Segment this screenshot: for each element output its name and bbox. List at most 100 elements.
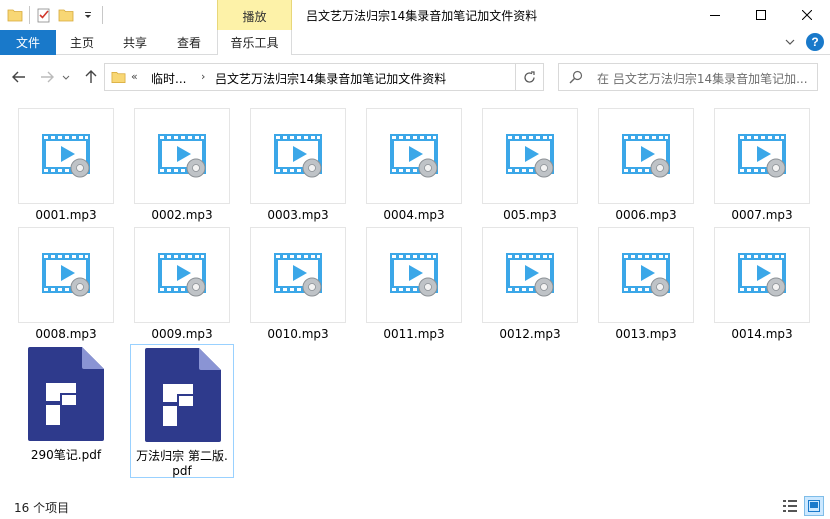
help-button[interactable]: ? [806,33,824,51]
file-item[interactable]: 0014.mp3 [714,227,810,342]
maximize-button[interactable] [738,0,784,30]
file-name: 0001.mp3 [35,208,97,222]
video-file-icon [482,108,578,204]
refresh-button[interactable] [516,63,544,91]
navigation-bar: « 临时... › 吕文艺万法归宗14集录音加笔记加文件资料 在 吕文艺万法归宗… [0,56,830,98]
video-file-icon [250,227,346,323]
file-name: 0012.mp3 [499,327,561,341]
search-box[interactable]: 在 吕文艺万法归宗14集录音加笔记加... [558,63,818,91]
video-file-icon [18,227,114,323]
video-file-icon [134,108,230,204]
file-item[interactable]: 0006.mp3 [598,108,694,223]
window-controls [692,0,830,30]
large-icons-view-icon [808,500,820,512]
breadcrumb-current[interactable]: 吕文艺万法归宗14集录音加笔记加文件资料 [215,70,446,87]
video-file-icon [134,227,230,323]
recent-locations-button[interactable] [58,66,74,88]
file-name: 0013.mp3 [615,327,677,341]
details-view-icon [783,500,797,512]
file-item[interactable]: 0003.mp3 [250,108,346,223]
search-input[interactable]: 在 吕文艺万法归宗14集录音加笔记加... [597,70,811,87]
status-bar: 16 个项目 [0,494,830,519]
chevron-right-icon[interactable]: › [201,70,205,83]
context-tab-label: 播放 [242,10,267,24]
title-bar: 播放 吕文艺万法归宗14集录音加笔记加文件资料 [0,0,830,32]
close-icon [802,10,812,20]
file-item[interactable]: 0001.mp3 [18,108,114,223]
file-list: 0001.mp3 0002.mp3 0003.mp3 0004.mp3 005.… [0,98,830,488]
file-name: 0011.mp3 [383,327,445,341]
ribbon-tabs: 文件 主页 共享 查看 音乐工具 ? [0,30,830,55]
close-button[interactable] [784,0,830,30]
file-item[interactable]: 290笔记.pdf [14,344,118,463]
arrow-left-icon [12,71,25,83]
arrow-right-icon [41,71,54,83]
breadcrumb-item[interactable]: 临时... [151,70,186,87]
file-name: 290笔记.pdf [30,448,102,462]
quick-access-toolbar [4,4,106,26]
video-file-icon [598,108,694,204]
video-file-icon [366,108,462,204]
breadcrumb-overflow[interactable]: « [131,70,138,83]
video-file-icon [366,227,462,323]
back-button[interactable] [8,66,30,88]
up-button[interactable] [80,66,102,88]
file-item[interactable]: 0008.mp3 [18,227,114,342]
file-name-line: 万法归宗 第二版. [136,449,228,463]
file-name: 0014.mp3 [731,327,793,341]
file-name: 0006.mp3 [615,208,677,222]
view-switcher [780,496,824,516]
search-icon [569,70,583,87]
file-item[interactable]: 005.mp3 [482,108,578,223]
file-item[interactable]: 0004.mp3 [366,108,462,223]
video-file-icon [482,227,578,323]
tab-view[interactable]: 查看 [162,30,216,55]
tab-home[interactable]: 主页 [56,30,108,55]
ribbon-right-controls: ? [782,33,824,51]
qat-divider [29,6,30,24]
maximize-icon [756,10,766,20]
file-name: 0004.mp3 [383,208,445,222]
video-file-icon [714,108,810,204]
pdf-file-icon [14,344,118,444]
file-item[interactable]: 0011.mp3 [366,227,462,342]
chevron-down-icon [62,75,70,80]
file-name: 万法归宗 第二版. pdf [131,449,233,479]
forward-button[interactable] [36,66,58,88]
customize-qat-icon[interactable] [77,4,99,26]
file-name: 005.mp3 [503,208,557,222]
details-view-button[interactable] [780,496,800,516]
video-file-icon [250,108,346,204]
file-item[interactable]: 0010.mp3 [250,227,346,342]
tab-file[interactable]: 文件 [0,30,56,55]
context-tab-play[interactable]: 播放 [217,0,292,32]
minimize-button[interactable] [692,0,738,30]
video-file-icon [598,227,694,323]
address-bar[interactable]: « 临时... › 吕文艺万法归宗14集录音加笔记加文件资料 [104,63,609,91]
qat-divider [102,6,103,24]
video-file-icon [714,227,810,323]
chevron-down-icon [785,39,795,45]
file-item[interactable]: 0009.mp3 [134,227,230,342]
properties-icon[interactable] [33,4,55,26]
file-item[interactable]: 0002.mp3 [134,108,230,223]
pdf-file-icon [131,345,235,445]
minimize-icon [710,15,720,16]
tab-music-tools[interactable]: 音乐工具 [217,30,292,55]
file-name: 0010.mp3 [267,327,329,341]
folder-icon[interactable] [4,4,26,26]
file-item[interactable]: 0007.mp3 [714,108,810,223]
file-name: 0008.mp3 [35,327,97,341]
file-name: 0003.mp3 [267,208,329,222]
file-item-selected[interactable]: 万法归宗 第二版. pdf [130,344,234,478]
file-item[interactable]: 0012.mp3 [482,227,578,342]
expand-ribbon-button[interactable] [782,34,798,50]
large-icons-view-button[interactable] [804,496,824,516]
tab-share[interactable]: 共享 [108,30,162,55]
arrow-up-icon [85,70,97,83]
file-name: 0009.mp3 [151,327,213,341]
file-item[interactable]: 0013.mp3 [598,227,694,342]
window-title: 吕文艺万法归宗14集录音加笔记加文件资料 [306,9,538,23]
folder-icon [111,70,126,87]
new-folder-icon[interactable] [55,4,77,26]
